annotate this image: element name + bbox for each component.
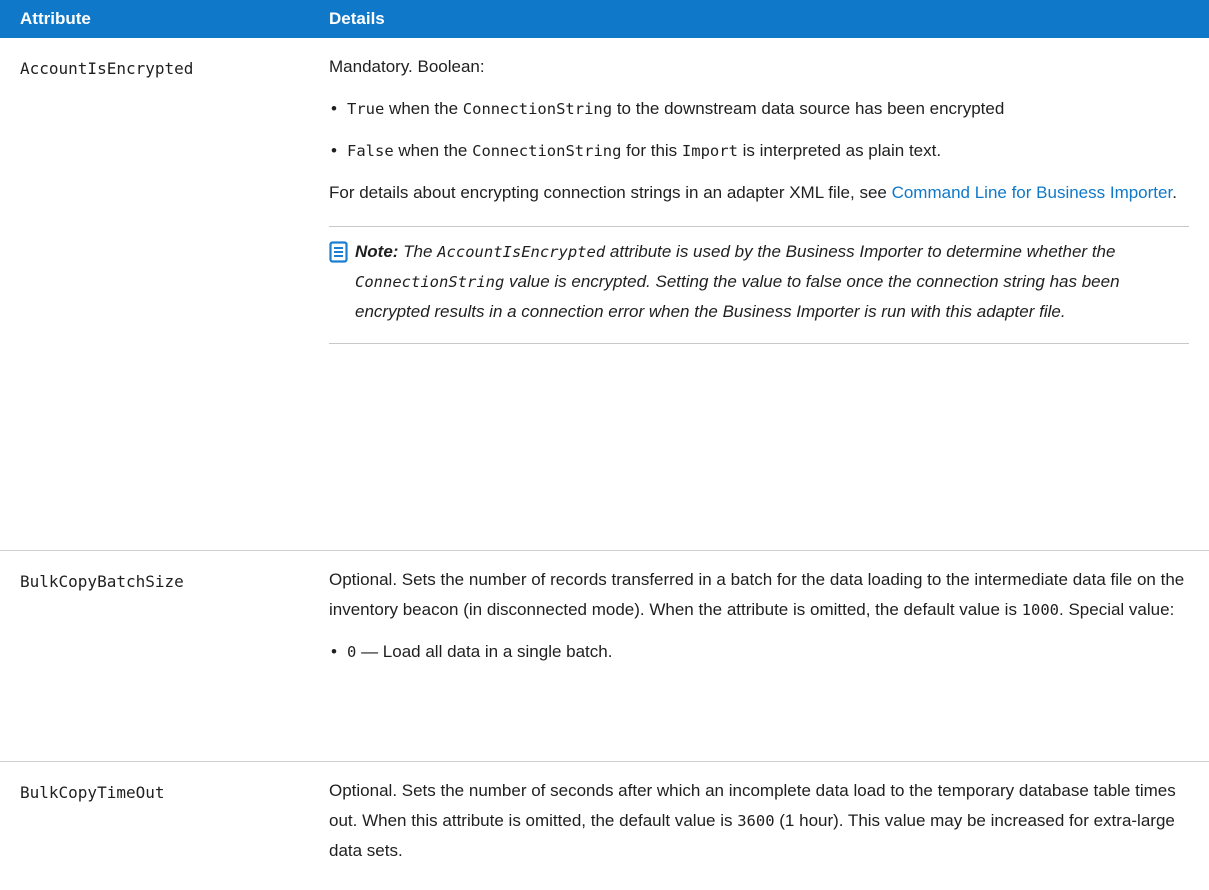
command-line-link[interactable]: Command Line for Business Importer bbox=[892, 183, 1173, 202]
list-item: • 0 — Load all data in a single batch. bbox=[329, 637, 1189, 667]
attribute-name: BulkCopyTimeOut bbox=[20, 783, 165, 802]
reference-text: For details about encrypting connection … bbox=[329, 183, 892, 202]
details-reference: For details about encrypting connection … bbox=[329, 178, 1189, 208]
list-text: for this bbox=[621, 141, 682, 160]
note-box: Note: The AccountIsEncrypted attribute i… bbox=[329, 226, 1189, 344]
list-text: is interpreted as plain text. bbox=[737, 141, 942, 160]
code-value: Import bbox=[681, 142, 738, 160]
note-part: attribute is used by the Business Import… bbox=[605, 242, 1116, 261]
list-text: when the bbox=[384, 99, 463, 118]
code-value: 0 bbox=[347, 643, 357, 661]
code-value: 1000 bbox=[1021, 601, 1059, 619]
table-row: AccountIsEncrypted Mandatory. Boolean: •… bbox=[0, 38, 1209, 551]
details-description: Optional. Sets the number of records tra… bbox=[329, 565, 1189, 625]
list-item: • True when the ConnectionString to the … bbox=[329, 94, 1189, 124]
reference-end: . bbox=[1172, 183, 1177, 202]
note-text: Note: The AccountIsEncrypted attribute i… bbox=[329, 237, 1189, 327]
attribute-table: Attribute Details AccountIsEncrypted Man… bbox=[0, 0, 1209, 878]
list-text: — Load all data in a single batch. bbox=[356, 642, 613, 661]
boolean-values-list: • True when the ConnectionString to the … bbox=[329, 94, 1189, 166]
bullet-icon: • bbox=[331, 642, 337, 661]
list-item: • False when the ConnectionString for th… bbox=[329, 136, 1189, 166]
table-row: BulkCopyBatchSize Optional. Sets the num… bbox=[0, 550, 1209, 762]
table-row: BulkCopyTimeOut Optional. Sets the numbe… bbox=[0, 762, 1209, 879]
note-label: Note: bbox=[355, 242, 399, 261]
list-text: when the bbox=[393, 141, 473, 160]
code-value: ConnectionString bbox=[355, 273, 505, 291]
code-value: ConnectionString bbox=[462, 100, 613, 118]
code-value: True bbox=[347, 100, 385, 118]
attribute-name: BulkCopyBatchSize bbox=[0, 550, 313, 762]
attribute-details: Optional. Sets the number of records tra… bbox=[313, 550, 1209, 762]
description-text: . Special value: bbox=[1059, 600, 1175, 619]
bullet-icon: • bbox=[331, 141, 337, 160]
attribute-details: Optional. Sets the number of seconds aft… bbox=[313, 762, 1209, 879]
details-intro: Mandatory. Boolean: bbox=[329, 57, 485, 76]
code-value: AccountIsEncrypted bbox=[437, 243, 606, 261]
details-description: Optional. Sets the number of seconds aft… bbox=[329, 776, 1189, 866]
special-values-list: • 0 — Load all data in a single batch. bbox=[329, 637, 1189, 667]
code-value: 3600 bbox=[737, 812, 775, 830]
note-document-icon bbox=[329, 241, 349, 263]
column-header-details: Details bbox=[313, 0, 1209, 38]
attribute-name: AccountIsEncrypted bbox=[0, 38, 313, 551]
attribute-details: Mandatory. Boolean: • True when the Conn… bbox=[313, 38, 1209, 551]
table-header-row: Attribute Details bbox=[0, 0, 1209, 38]
note-part: The bbox=[398, 242, 438, 261]
code-value: False bbox=[347, 142, 394, 160]
bullet-icon: • bbox=[331, 99, 337, 118]
code-value: ConnectionString bbox=[472, 142, 622, 160]
list-text: to the downstream data source has been e… bbox=[612, 99, 1005, 118]
column-header-attribute: Attribute bbox=[0, 0, 313, 38]
